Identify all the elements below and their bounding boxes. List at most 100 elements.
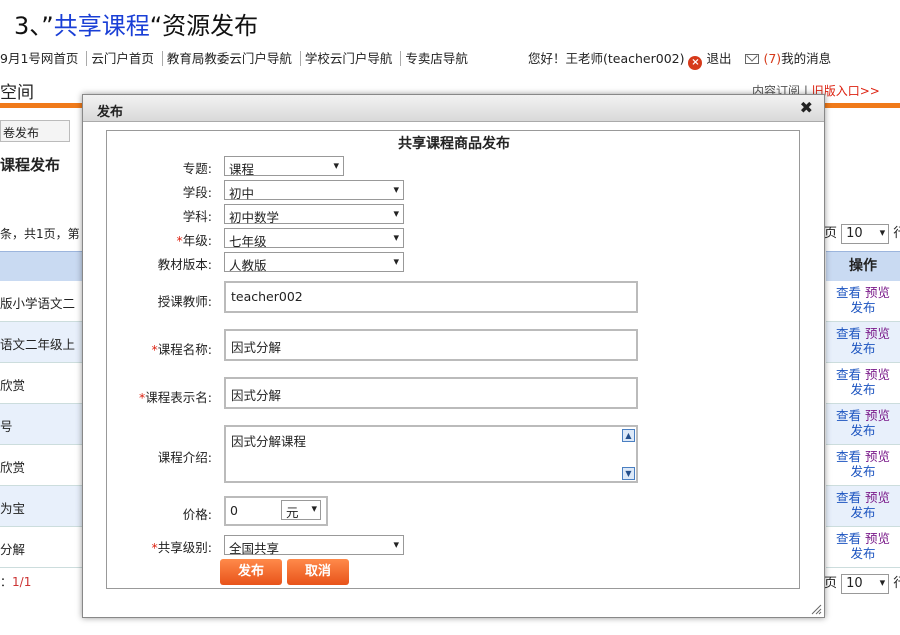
scroll-up-icon[interactable]: ▲ (622, 429, 635, 442)
bg-op-header: 操作 (826, 251, 900, 281)
view-link[interactable]: 查看 (836, 490, 861, 505)
bg-pager-bottom: 页 10 行 (824, 572, 900, 594)
page-size-select[interactable]: 10 (841, 573, 890, 594)
nav-link-store[interactable]: 专卖店导航 (400, 51, 472, 66)
preview-link[interactable]: 预览 (865, 285, 890, 300)
display-name-label-text: 课程表示名: (145, 390, 212, 405)
price-label: 价格: (182, 507, 212, 522)
view-link[interactable]: 查看 (836, 285, 861, 300)
preview-link[interactable]: 预览 (865, 531, 890, 546)
preview-link[interactable]: 预览 (865, 490, 890, 505)
nav-link-bureau-portal[interactable]: 教育局教委云门户导航 (161, 51, 296, 66)
row-actions: 查看 预览 发布 (826, 363, 900, 404)
edition-label: 教材版本: (157, 257, 212, 272)
bg-page-indicator: ：1/1 (0, 573, 31, 590)
view-link[interactable]: 查看 (836, 531, 861, 546)
teacher-label: 授课教师: (157, 294, 212, 309)
bg-pager-info: 条，共1页，第 (0, 227, 80, 241)
logout-link[interactable]: 退出 (706, 51, 731, 66)
greeting-text: 您好！王老师(teacher002) (528, 51, 685, 66)
heading-highlight: 共享课程 (53, 12, 150, 40)
publish-dialog: 发布 ✖ 共享课程商品发布 专题: 课程 学段: 初中 学科: 初中数学 *年级… (82, 94, 825, 618)
stage-label: 学段: (182, 185, 212, 200)
publish-link[interactable]: 发布 (850, 300, 875, 315)
mail-icon[interactable] (745, 54, 760, 64)
row-actions: 查看 预览 发布 (826, 486, 900, 527)
rows-label: 行 (893, 576, 900, 591)
page-indicator-value: 1/1 (12, 575, 32, 589)
view-link[interactable]: 查看 (836, 367, 861, 382)
logout-icon[interactable]: × (688, 56, 703, 70)
publish-link[interactable]: 发布 (850, 341, 875, 356)
publish-link[interactable]: 发布 (850, 382, 875, 397)
page-indicator-prefix: ： (0, 575, 13, 589)
grade-label-text: 年级: (182, 233, 212, 248)
my-messages-link[interactable]: 我的消息 (781, 51, 831, 66)
preview-link[interactable]: 预览 (865, 408, 890, 423)
bg-tab-publish[interactable]: 卷发布 (0, 120, 70, 142)
table-row: 为宝 (0, 486, 82, 527)
top-navigation: 9月1号网首页 云门户首页 教育局教委云门户导航 学校云门户导航 专卖店导航 您… (0, 45, 900, 70)
page-label: 页 (824, 226, 838, 241)
subject-label: 学科: (182, 209, 212, 224)
page-label: 页 (824, 576, 838, 591)
publish-button[interactable]: 发布 (220, 559, 282, 585)
topic-select[interactable]: 课程 (224, 156, 344, 177)
view-link[interactable]: 查看 (836, 449, 861, 464)
price-unit-select[interactable]: 元 (281, 500, 321, 520)
bg-section-title: 课程发布 (0, 156, 61, 174)
page-heading: 3、”共享课程“资源发布 (14, 6, 258, 41)
grade-select[interactable]: 七年级 (224, 228, 404, 249)
nav-links: 9月1号网首页 云门户首页 教育局教委云门户导航 学校云门户导航 专卖店导航 (0, 48, 472, 67)
publish-link[interactable]: 发布 (850, 423, 875, 438)
stage-select[interactable]: 初中 (224, 180, 404, 201)
page-size-select[interactable]: 10 (841, 223, 890, 244)
course-name-input[interactable]: 因式分解 (224, 329, 638, 361)
row-actions: 查看 预览 发布 (826, 281, 900, 322)
user-area: 您好！王老师(teacher002) × 退出 (7)我的消息 (528, 48, 831, 70)
preview-link[interactable]: 预览 (865, 449, 890, 464)
view-link[interactable]: 查看 (836, 408, 861, 423)
edition-select[interactable]: 人教版 (224, 252, 404, 273)
row-actions: 查看 预览 发布 (826, 404, 900, 445)
close-icon[interactable]: ✖ (800, 98, 813, 117)
heading-prefix: 3、” (14, 12, 54, 40)
dialog-titlebar[interactable]: 发布 ✖ (83, 95, 824, 122)
display-name-input[interactable]: 因式分解 (224, 377, 638, 409)
table-row: 欣赏 (0, 363, 82, 404)
publish-link[interactable]: 发布 (850, 464, 875, 479)
table-row: 版小学语文二 (0, 281, 82, 322)
space-title: 空间 (0, 83, 34, 103)
view-link[interactable]: 查看 (836, 326, 861, 341)
cancel-button[interactable]: 取消 (287, 559, 349, 585)
course-name-label-text: 课程名称: (157, 342, 212, 357)
price-input[interactable]: 0 (230, 503, 238, 518)
publish-link[interactable]: 发布 (850, 505, 875, 520)
intro-label: 课程介绍: (157, 450, 212, 465)
subject-select[interactable]: 初中数学 (224, 204, 404, 225)
dialog-title: 发布 (97, 105, 124, 120)
scroll-down-icon[interactable]: ▼ (622, 467, 635, 480)
nav-link-home[interactable]: 9月1号网首页 (0, 51, 82, 66)
bg-pager-top: 页 10 行 (824, 222, 900, 244)
preview-link[interactable]: 预览 (865, 367, 890, 382)
nav-link-cloud-portal[interactable]: 云门户首页 (86, 51, 158, 66)
preview-link[interactable]: 预览 (865, 326, 890, 341)
rows-label: 行 (893, 226, 900, 241)
publish-link[interactable]: 发布 (850, 546, 875, 561)
resize-handle-icon[interactable] (810, 603, 822, 615)
heading-suffix: “资源发布 (149, 12, 259, 40)
display-name-label: *课程表示名: (139, 390, 212, 405)
message-count[interactable]: (7) (763, 51, 781, 66)
table-row: 分解 (0, 527, 82, 568)
intro-textarea[interactable]: 因式分解课程 ▲ ▼ (224, 425, 638, 483)
share-level-select[interactable]: 全国共享 (224, 535, 404, 556)
publish-form: 共享课程商品发布 专题: 课程 学段: 初中 学科: 初中数学 *年级: 七年级… (106, 130, 800, 589)
row-actions: 查看 预览 发布 (826, 445, 900, 486)
course-name-label: *课程名称: (151, 342, 212, 357)
row-actions: 查看 预览 发布 (826, 527, 900, 568)
nav-link-school-portal[interactable]: 学校云门户导航 (299, 51, 397, 66)
teacher-input[interactable]: teacher002 (224, 281, 638, 313)
row-actions: 查看 预览 发布 (826, 322, 900, 363)
table-row: 语文二年级上 (0, 322, 82, 363)
